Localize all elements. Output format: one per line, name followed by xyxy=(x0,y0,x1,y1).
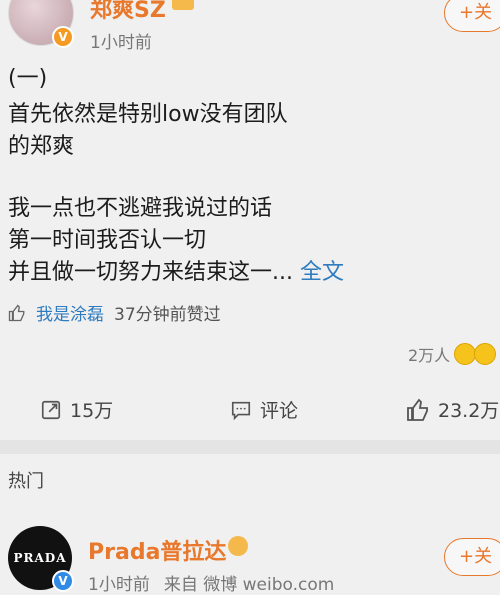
reactions-count: 2万人 xyxy=(408,346,451,365)
verified-badge-icon-2: V xyxy=(52,570,74,592)
smile-emoji-icon xyxy=(474,343,497,365)
liked-by-user[interactable]: 我是涂磊 xyxy=(36,300,104,325)
post-line-6-text: 并且做一切努力来结束这一... xyxy=(8,260,293,285)
comment-icon xyxy=(231,401,251,420)
second-follow-button[interactable]: +关 xyxy=(444,538,500,576)
second-post-meta: 1小时前 来自 微博 weibo.com xyxy=(88,570,334,595)
thumbs-up-icon xyxy=(8,303,25,321)
repost-icon xyxy=(41,400,61,419)
repost-action[interactable]: 15万 xyxy=(40,396,113,423)
follow-button[interactable]: +关 xyxy=(444,0,500,32)
second-post-time: 1小时前 xyxy=(88,575,150,595)
like-icon xyxy=(407,398,428,421)
author-name[interactable]: 郑爽SZ xyxy=(90,0,166,24)
second-post-source: 来自 微博 weibo.com xyxy=(163,575,335,595)
comment-label: 评论 xyxy=(260,400,299,422)
post-line-1: (一) xyxy=(8,66,48,91)
post-line-6: 并且做一切努力来结束这一... 全文 xyxy=(8,256,344,289)
like-action[interactable]: 23.2万 xyxy=(406,396,499,423)
post-line-3: 的郑爽 xyxy=(8,134,75,159)
section-divider xyxy=(0,440,500,454)
liked-by-line: 我是涂磊 37分钟前赞过 xyxy=(8,300,221,325)
post-line-4: 我一点也不逃避我说过的话 xyxy=(8,196,273,221)
full-text-link[interactable]: 全文 xyxy=(300,260,344,285)
repost-count: 15万 xyxy=(70,400,114,422)
post-time: 1小时前 xyxy=(90,33,152,53)
reactions-row[interactable]: 2万人 xyxy=(408,342,497,366)
verified-badge-icon: V xyxy=(52,26,74,48)
laugh-emoji-icon xyxy=(454,343,477,365)
post-line-5: 第一时间我否认一切 xyxy=(8,228,207,253)
post-line-2: 首先依然是特别low没有团队 xyxy=(8,102,288,127)
member-badge-icon xyxy=(172,0,194,10)
comment-action[interactable]: 评论 xyxy=(230,396,298,423)
like-count: 23.2万 xyxy=(438,400,500,422)
second-author-name[interactable]: Prada普拉达 xyxy=(88,534,226,566)
member-badge-icon-2 xyxy=(228,536,248,556)
liked-by-time: 37分钟前赞过 xyxy=(114,305,221,325)
section-title: 热门 xyxy=(8,471,44,492)
